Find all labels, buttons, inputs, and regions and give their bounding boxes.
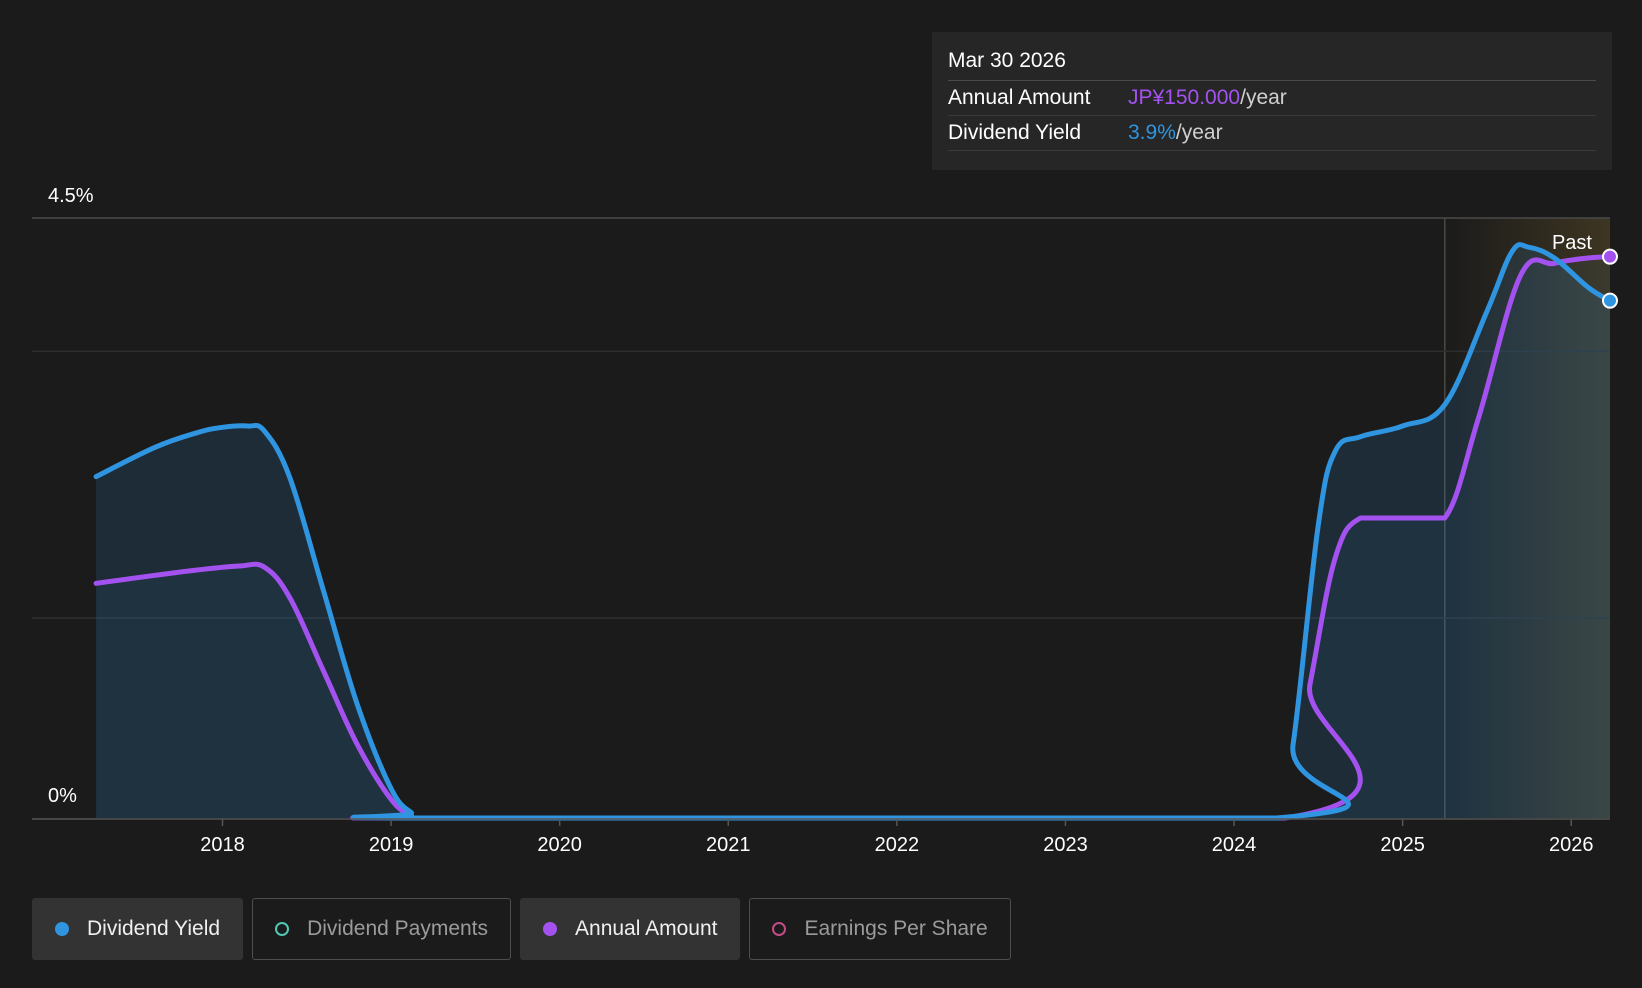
tooltip: Mar 30 2026 Annual Amount JP¥150.000/yea… — [932, 32, 1612, 170]
x-tick-label: 2024 — [1212, 834, 1257, 856]
x-axis: 2018 2019 2020 2021 2022 2023 2024 2025 2026 — [32, 818, 1610, 856]
legend-label: Dividend Payments — [307, 917, 489, 940]
legend-item-dividend-yield[interactable]: Dividend Yield — [32, 898, 244, 960]
x-tick-label: 2021 — [706, 834, 751, 856]
x-tick-label: 2023 — [1043, 834, 1088, 856]
x-tick-label: 2019 — [369, 834, 414, 856]
tooltip-unit: /year — [1240, 86, 1287, 109]
legend-item-annual-amount[interactable]: Annual Amount — [520, 898, 741, 960]
tooltip-date: Mar 30 2026 — [948, 46, 1596, 81]
x-tick-label: 2026 — [1549, 834, 1594, 856]
tooltip-value: JP¥150.000 — [1128, 86, 1241, 109]
x-tick-label: 2018 — [200, 834, 245, 856]
y-axis-labels: 4.5% 0% — [48, 185, 94, 807]
filled-circle-icon — [543, 922, 558, 936]
y-tick-label: 4.5% — [48, 185, 94, 207]
filled-circle-icon — [55, 922, 69, 936]
tooltip-row-annual-amount: Annual Amount JP¥150.000/year — [948, 81, 1596, 116]
legend-label: Annual Amount — [575, 917, 718, 940]
tooltip-label: Dividend Yield — [948, 121, 1082, 144]
series-end-marker — [1602, 292, 1618, 309]
series-area — [96, 256, 1611, 819]
legend: Dividend Yield Dividend Payments Annual … — [32, 898, 1011, 960]
legend-item-earnings-per-share[interactable]: Earnings Per Share — [749, 898, 1011, 960]
tooltip-unit: /year — [1175, 121, 1223, 144]
hollow-circle-icon — [772, 922, 787, 936]
series-areas — [96, 244, 1611, 819]
hollow-circle-icon — [275, 922, 290, 936]
past-label: Past — [1552, 232, 1592, 254]
legend-label: Earnings Per Share — [804, 917, 988, 940]
tooltip-value: 3.9% — [1128, 121, 1176, 144]
y-tick-label: 0% — [48, 785, 77, 807]
x-tick-label: 2022 — [875, 834, 920, 856]
tooltip-row-dividend-yield: Dividend Yield 3.9%/year — [948, 116, 1596, 151]
tooltip-label: Annual Amount — [948, 86, 1091, 109]
series-end-marker — [1602, 248, 1618, 265]
legend-item-dividend-payments[interactable]: Dividend Payments — [252, 898, 512, 960]
x-tick-label: 2020 — [537, 834, 582, 856]
x-tick-label: 2025 — [1380, 834, 1425, 856]
legend-label: Dividend Yield — [87, 917, 221, 940]
